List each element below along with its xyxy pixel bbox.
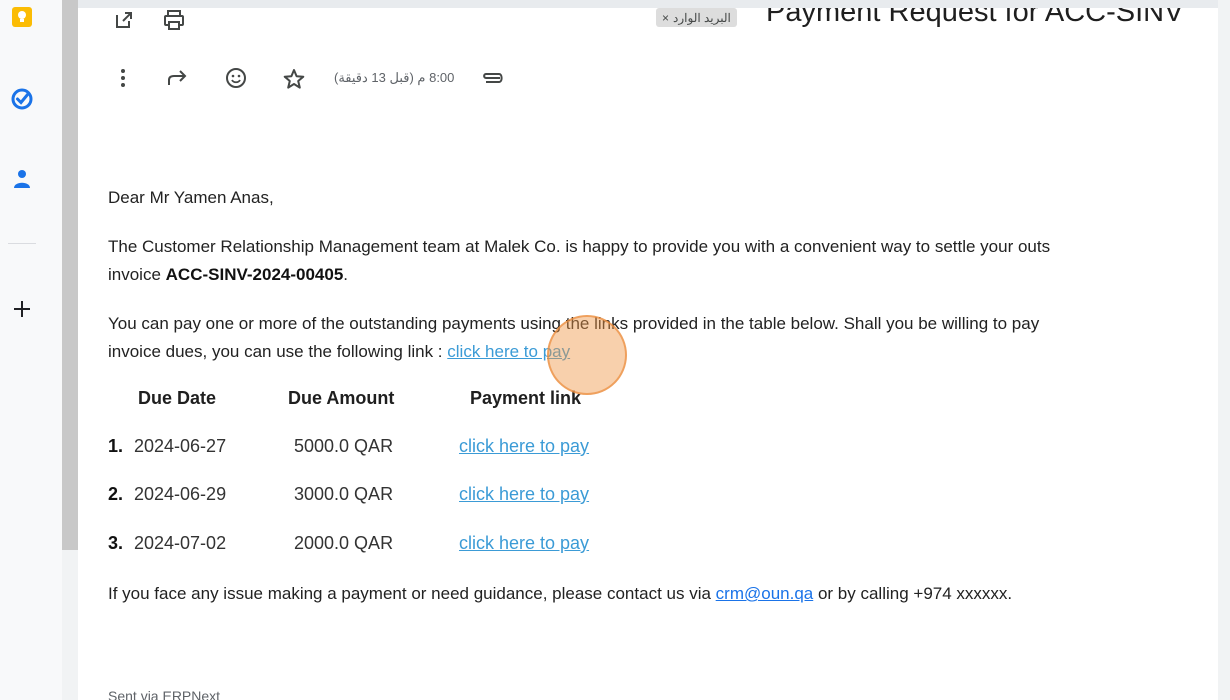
- sent-via-footer: Sent via ERPNext: [108, 688, 221, 700]
- row-due-amount: 5000.0 QAR: [294, 436, 394, 456]
- tasks-icon[interactable]: [9, 86, 35, 112]
- top-strip: [0, 0, 1230, 8]
- row-number: 2.: [108, 484, 124, 504]
- header-due-amount: Due Amount: [288, 388, 395, 408]
- add-icon[interactable]: [9, 296, 35, 322]
- keep-icon[interactable]: [9, 4, 35, 30]
- table-row: 2. 2024-06-29 3000.0 QAR click here to pa…: [108, 484, 589, 505]
- table-row: 1. 2024-06-27 5000.0 QAR click here to pa…: [108, 436, 589, 457]
- scrollbar[interactable]: [62, 0, 78, 550]
- row-due-date: 2024-07-02: [134, 533, 227, 553]
- header-due-date: Due Date: [138, 388, 217, 408]
- rail-divider: [8, 243, 36, 244]
- table-row: 3. 2024-07-02 2000.0 QAR click here to pa…: [108, 533, 589, 554]
- pay-all-link[interactable]: click here to pay: [447, 342, 570, 361]
- row-payment-link[interactable]: click here to pay: [459, 533, 589, 554]
- header-payment-link: Payment link: [470, 388, 582, 408]
- contact-suffix: or by calling +974 xxxxxx.: [813, 584, 1013, 603]
- contact-email-link[interactable]: crm@oun.qa: [716, 584, 814, 603]
- instructions-line-1: You can pay one or more of the outstandi…: [108, 314, 1040, 333]
- row-due-date: 2024-06-29: [134, 484, 227, 504]
- intro-invoice-suffix: .: [343, 265, 349, 284]
- invoice-id: ACC-SINV-2024-00405: [165, 265, 344, 284]
- inbox-label-text: البريد الوارد: [673, 10, 731, 25]
- contact-prefix: If you face any issue making a payment o…: [108, 584, 716, 603]
- star-icon[interactable]: [282, 67, 306, 91]
- row-payment-link[interactable]: click here to pay: [459, 436, 589, 457]
- instructions-prefix: invoice dues, you can use the following …: [108, 342, 448, 361]
- intro-line-2: invoice ACC-SINV-2024-00405.: [108, 261, 348, 289]
- intro-invoice-prefix: invoice: [108, 265, 166, 284]
- attachment-icon: [480, 66, 504, 90]
- row-due-date: 2024-06-27: [134, 436, 227, 456]
- remove-label-icon[interactable]: ×: [662, 11, 669, 25]
- open-in-new-window-icon[interactable]: [112, 8, 136, 32]
- email-subject: Payment Request for ACC-SINV: [766, 8, 1184, 28]
- print-icon[interactable]: [162, 8, 186, 32]
- inbox-label-chip[interactable]: البريد الوارد ×: [656, 8, 737, 27]
- email-time: 8:00 م (قبل 13 دقيقة): [334, 70, 455, 85]
- row-due-amount: 2000.0 QAR: [294, 533, 394, 553]
- more-vert-icon[interactable]: [111, 66, 135, 90]
- right-gutter: [1218, 0, 1230, 700]
- row-number: 3.: [108, 533, 124, 553]
- email-view: البريد الوارد × Payment Request for ACC-…: [78, 8, 1218, 700]
- emoji-icon[interactable]: [224, 66, 248, 90]
- row-payment-link[interactable]: click here to pay: [459, 484, 589, 505]
- contacts-icon[interactable]: [9, 166, 35, 192]
- forward-icon[interactable]: [166, 66, 190, 90]
- intro-line-1: The Customer Relationship Management tea…: [108, 237, 1051, 256]
- contact-line: If you face any issue making a payment o…: [108, 580, 1012, 608]
- row-due-amount: 3000.0 QAR: [294, 484, 394, 504]
- side-panel: [0, 0, 62, 700]
- instructions-line-2: invoice dues, you can use the following …: [108, 338, 570, 366]
- row-number: 1.: [108, 436, 124, 456]
- greeting: Dear Mr Yamen Anas,: [108, 188, 274, 207]
